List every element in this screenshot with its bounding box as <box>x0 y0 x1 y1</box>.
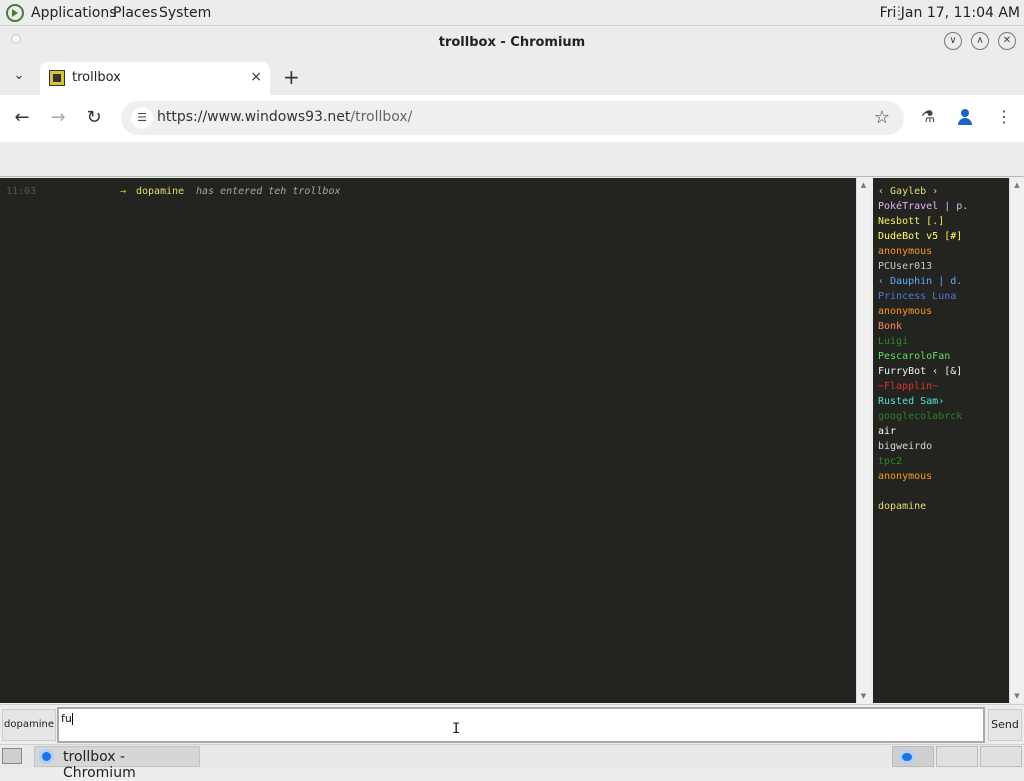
message-time: 11:03 <box>6 186 37 197</box>
join-arrow-icon: → <box>120 186 127 197</box>
send-button[interactable]: Send <box>988 709 1022 741</box>
user-list-item[interactable]: anonymous <box>878 471 932 482</box>
user-list-item[interactable]: tpc2 <box>878 456 902 467</box>
user-list-item[interactable]: dopamine <box>878 501 926 512</box>
user-list-item[interactable]: Luigi <box>878 336 908 347</box>
address-bar[interactable]: ☰ https://www.windows93.net/trollbox/ ☆ <box>121 101 904 135</box>
profile-avatar-icon[interactable] <box>954 106 976 128</box>
ibeam-cursor-icon: I <box>452 721 461 737</box>
browser-menu-icon[interactable]: ⋮ <box>996 107 1012 126</box>
close-window-icon[interactable]: ✕ <box>998 32 1016 50</box>
nickname-button[interactable]: dopamine <box>2 709 56 741</box>
user-list-item[interactable]: Princess Luna <box>878 291 956 302</box>
user-list-item[interactable]: ‹ Dauphin | d. <box>878 276 962 287</box>
bookmarks-bar <box>0 142 1024 177</box>
forward-icon[interactable]: → <box>47 107 69 128</box>
user-list-item[interactable]: bigweirdo <box>878 441 932 452</box>
message-user[interactable]: dopamine <box>136 186 184 197</box>
user-list-item[interactable]: PescaroloFan <box>878 351 950 362</box>
maximize-icon[interactable]: ∧ <box>971 32 989 50</box>
user-list: ‹ Gayleb › PokéTravel | p. Nesbott [.] Dude… <box>873 178 1009 703</box>
site-info-icon[interactable]: ☰ <box>131 107 153 129</box>
message-text: has entered teh trollbox <box>196 186 341 197</box>
reload-icon[interactable]: ↻ <box>83 107 105 128</box>
message-input-value: fu <box>61 712 72 725</box>
userlist-scrollbar[interactable]: ▲ ▼ <box>1009 178 1024 703</box>
user-list-item[interactable]: DudeBot v5 [#] <box>878 231 962 242</box>
top-panel: Applications Places System Fri Jan 17, 1… <box>0 0 1024 26</box>
tab-search-chevron-icon[interactable]: ⌄ <box>10 68 28 86</box>
taskbar: trollbox - Chromium <box>0 744 1024 781</box>
applications-menu[interactable]: Applications <box>31 5 117 21</box>
text-caret <box>71 713 73 725</box>
user-list-item[interactable]: Nesbott [.] <box>878 216 944 227</box>
url-path: /trollbox/ <box>350 109 413 125</box>
bookmark-star-icon[interactable]: ☆ <box>874 107 890 128</box>
distro-logo-icon[interactable] <box>6 4 26 22</box>
show-desktop-icon[interactable] <box>2 748 22 764</box>
chromium-icon <box>39 749 54 764</box>
taskbar-item-chromium[interactable]: trollbox - Chromium <box>34 746 200 781</box>
user-list-item[interactable]: PokéTravel | p. <box>878 201 968 212</box>
scroll-down-icon[interactable]: ▼ <box>857 692 870 700</box>
user-list-item[interactable]: PCUser013 <box>878 261 932 272</box>
labs-flask-icon[interactable]: ⚗ <box>921 107 935 126</box>
user-list-item[interactable]: FurryBot ‹ [&] <box>878 366 962 377</box>
window-titlebar[interactable]: trollbox - Chromium ∨ ∧ ✕ <box>0 27 1024 60</box>
minimize-icon[interactable]: ∨ <box>944 32 962 50</box>
user-list-item[interactable]: Bonk <box>878 321 902 332</box>
back-icon[interactable]: ← <box>11 107 33 128</box>
user-list-item[interactable]: anonymous <box>878 306 932 317</box>
window-title: trollbox - Chromium <box>438 35 586 50</box>
browser-toolbar: ← → ↻ ☰ https://www.windows93.net/trollb… <box>0 95 1024 142</box>
scroll-up-icon[interactable]: ▲ <box>1010 181 1024 189</box>
chat-input-bar: dopamine fu I Send <box>0 704 1024 744</box>
user-list-item[interactable]: ~Flapplin~ <box>878 381 938 392</box>
url-text[interactable]: https://www.windows93.net/trollbox/ <box>157 109 412 125</box>
places-menu[interactable]: Places <box>113 5 158 21</box>
user-list-item[interactable]: Rusted Sam› <box>878 396 944 407</box>
url-host: https://www.windows93.net <box>157 109 351 125</box>
clock[interactable]: Fri Jan 17, 11:04 AM <box>880 5 1020 21</box>
user-list-item[interactable]: air <box>878 426 896 437</box>
user-list-item[interactable]: anonymous <box>878 246 932 257</box>
workspace-1[interactable] <box>892 746 934 767</box>
taskbar-item-label: trollbox - Chromium <box>63 749 136 781</box>
tab-close-icon[interactable]: × <box>250 69 262 85</box>
chat-log[interactable]: 11:03 → dopamine has entered teh trollbo… <box>0 178 856 703</box>
tab-title: trollbox <box>72 70 121 85</box>
workspace-2[interactable] <box>936 746 978 767</box>
trollbox-favicon-icon <box>49 70 65 86</box>
tab-trollbox[interactable]: trollbox × <box>40 62 270 95</box>
chat-message: 11:03 → dopamine has entered teh trollbo… <box>6 186 341 197</box>
user-list-item[interactable]: ‹ Gayleb › <box>878 186 938 197</box>
workspace-3[interactable] <box>980 746 1022 767</box>
new-tab-icon[interactable]: + <box>283 65 300 89</box>
message-input[interactable]: fu <box>57 707 985 743</box>
chat-scrollbar[interactable]: ▲ ▼ <box>856 178 870 703</box>
scroll-down-icon[interactable]: ▼ <box>1010 692 1024 700</box>
user-list-item[interactable]: googlecolabrck <box>878 411 962 422</box>
system-menu[interactable]: System <box>159 5 211 21</box>
tab-strip: ⌄ trollbox × + <box>0 60 1024 95</box>
chromium-mini-icon <box>899 750 915 764</box>
scroll-up-icon[interactable]: ▲ <box>857 181 870 189</box>
